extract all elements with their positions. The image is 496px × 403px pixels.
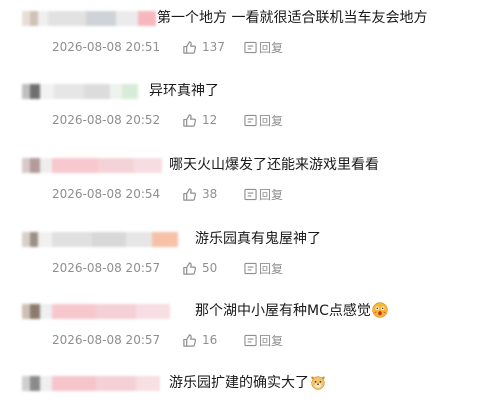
comment-text: 游乐园真有鬼屋神了 [195, 231, 321, 247]
comment-text: 哪天火山爆发了还能来游戏里看看 [169, 157, 379, 173]
comment-text: 第一个地方 一看就很适合联机当车友会地方 [157, 10, 428, 26]
like-count: 16 [202, 333, 218, 347]
commenter-name-blurred[interactable] [22, 229, 178, 249]
like-button[interactable]: 12 [182, 113, 244, 128]
commenter-name-blurred[interactable] [22, 155, 162, 175]
thumbs-up-icon [183, 333, 197, 347]
reply-button[interactable]: 回复 [244, 332, 283, 349]
reply-label: 回复 [259, 113, 284, 128]
like-count: 137 [202, 40, 225, 54]
comment-meta: 2026-08-08 20:57 50 回复 [52, 259, 283, 277]
reply-icon [244, 41, 257, 53]
comment-text-content: 那个湖中小屋有种MC点感觉 [195, 303, 371, 319]
reply-button[interactable]: 回复 [244, 260, 283, 277]
comment-meta: 2026-08-08 20:51 137 回复 [52, 38, 283, 56]
shocked-face-emoji [372, 302, 388, 318]
reply-button[interactable]: 回复 [244, 186, 283, 203]
reply-icon [244, 334, 257, 346]
reply-icon [244, 114, 257, 126]
thumbs-up-icon [183, 113, 197, 127]
thumbs-up-icon [183, 187, 197, 201]
comment-text: 那个湖中小屋有种MC点感觉 [195, 301, 388, 321]
comment-meta: 2026-08-08 20:57 16 回复 [52, 331, 283, 349]
comment-meta: 2026-08-08 20:52 12 回复 [52, 111, 283, 129]
reply-icon [244, 262, 257, 274]
commenter-name-blurred[interactable] [22, 81, 138, 101]
like-button[interactable]: 50 [182, 261, 244, 276]
commenter-name-blurred[interactable] [22, 373, 160, 393]
comment-time: 2026-08-08 20:57 [52, 261, 161, 275]
like-count: 38 [202, 187, 218, 201]
reply-icon [244, 188, 257, 200]
reply-label: 回复 [259, 333, 284, 348]
comment-text: 游乐园扩建的确实大了 [169, 373, 326, 393]
comment-text: 异环真神了 [149, 83, 219, 99]
reply-label: 回复 [259, 40, 284, 55]
doge-emoji [311, 376, 325, 390]
comment-time: 2026-08-08 20:54 [52, 187, 161, 201]
reply-label: 回复 [259, 261, 284, 276]
comment-meta: 2026-08-08 20:54 38 回复 [52, 185, 283, 203]
thumbs-up-icon [183, 261, 197, 275]
comment-time: 2026-08-08 20:52 [52, 113, 161, 127]
reply-button[interactable]: 回复 [244, 39, 283, 56]
like-button[interactable]: 38 [182, 187, 244, 202]
like-button[interactable]: 137 [182, 40, 244, 55]
commenter-name-blurred[interactable] [22, 301, 170, 321]
like-count: 50 [202, 261, 218, 275]
reply-button[interactable]: 回复 [244, 112, 283, 129]
like-button[interactable]: 16 [182, 333, 244, 348]
like-count: 12 [202, 113, 218, 127]
comment-time: 2026-08-08 20:57 [52, 333, 161, 347]
comment-time: 2026-08-08 20:51 [52, 40, 161, 54]
commenter-name-blurred[interactable] [22, 8, 156, 28]
reply-label: 回复 [259, 187, 284, 202]
thumbs-up-icon [183, 40, 197, 54]
comment-text-content: 游乐园扩建的确实大了 [169, 375, 309, 391]
